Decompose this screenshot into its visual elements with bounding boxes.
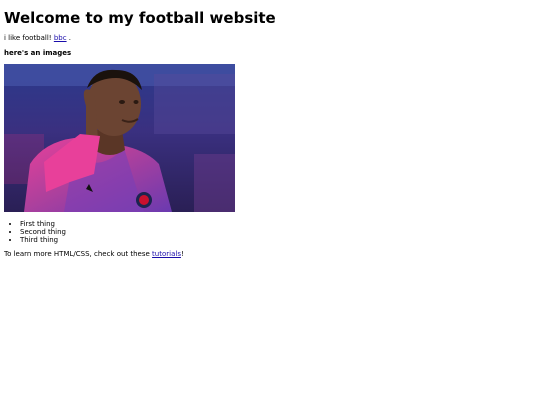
football-player-image: [4, 64, 235, 212]
tutorials-link[interactable]: tutorials: [152, 250, 181, 258]
learn-more-text: To learn more HTML/CSS, check out these: [4, 250, 153, 258]
page-title: Welcome to my football website: [4, 9, 276, 27]
learn-more-suffix: !: [180, 250, 184, 258]
intro-suffix: .: [66, 34, 72, 42]
intro-paragraph: i like football! bbc .: [4, 34, 71, 43]
image-subheading: here's an images: [4, 49, 72, 57]
intro-text: i like football!: [4, 34, 54, 42]
learn-more-paragraph: To learn more HTML/CSS, check out these …: [4, 250, 184, 259]
list-item: Second thing: [20, 228, 66, 236]
bbc-link[interactable]: bbc: [54, 34, 67, 42]
list-item: Third thing: [20, 236, 66, 244]
page: Welcome to my football website i like fo…: [0, 0, 540, 405]
things-list: First thing Second thing Third thing: [4, 220, 66, 244]
list-item: First thing: [20, 220, 66, 228]
